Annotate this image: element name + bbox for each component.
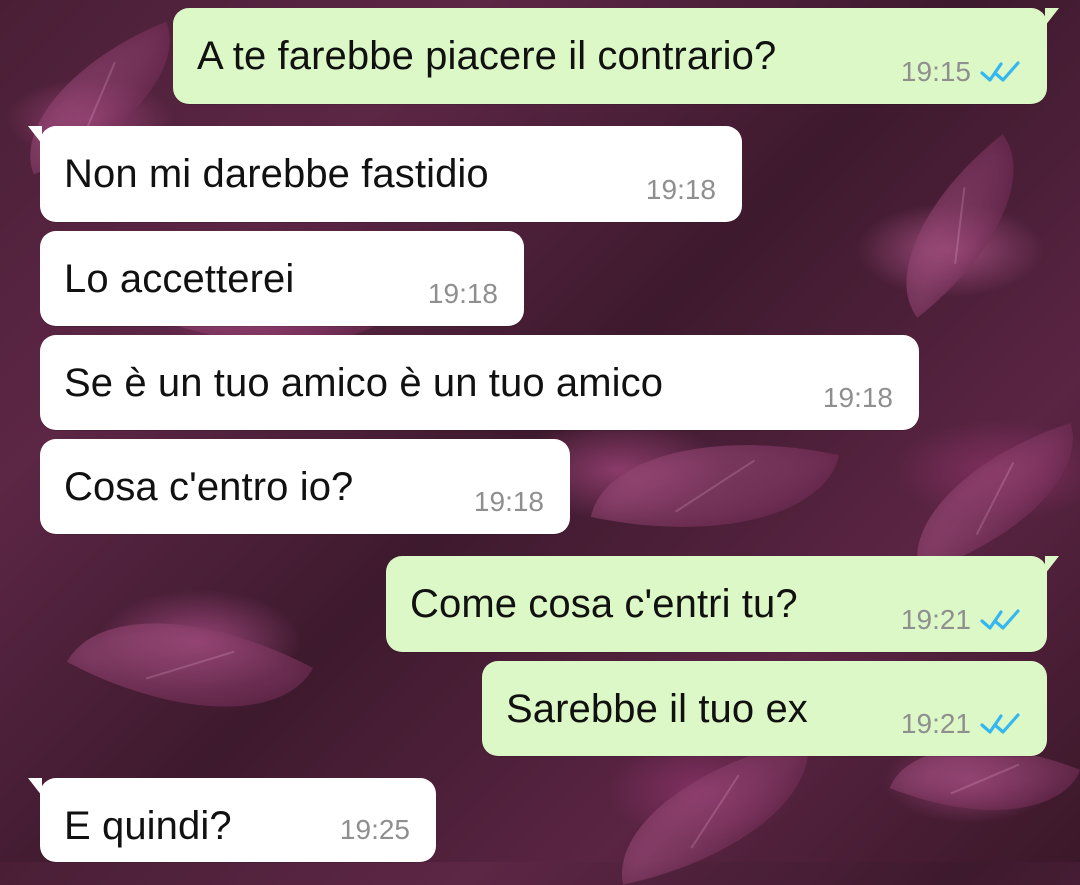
message-time: 19:18 [473, 486, 544, 517]
message-bubble-incoming[interactable]: Non mi darebbe fastidio 19:18 [28, 126, 742, 222]
message-time: 19:15 [900, 56, 971, 87]
message-meta: 19:18 [428, 280, 498, 308]
bubble-tail [28, 778, 42, 796]
double-check-icon [980, 713, 1020, 734]
chat-thread: A te farebbe piacere il contrario? 19:15… [0, 0, 1080, 862]
message-meta: 19:15 [901, 58, 1021, 86]
message-text: Come cosa c'entri tu? [410, 582, 798, 626]
message-bubble-incoming[interactable]: Cosa c'entro io? 19:18 [40, 439, 570, 534]
message-bubble-outgoing[interactable]: Come cosa c'entri tu? 19:21 [386, 556, 1059, 652]
bubble-tail [28, 126, 42, 144]
message-text: Cosa c'entro io? [64, 465, 354, 509]
message-text: Sarebbe il tuo ex [506, 687, 808, 731]
message-text: Non mi darebbe fastidio [64, 152, 489, 196]
message-bubble-outgoing[interactable]: Sarebbe il tuo ex 19:21 [482, 661, 1047, 756]
message-meta: 19:25 [340, 816, 410, 844]
message-time: 19:25 [339, 814, 410, 845]
message-time: 19:18 [645, 174, 716, 205]
message-meta: 19:18 [823, 384, 893, 412]
message-text: A te farebbe piacere il contrario? [197, 34, 777, 78]
message-time: 19:21 [900, 708, 971, 739]
message-text: E quindi? [64, 804, 232, 848]
message-meta: 19:21 [901, 606, 1021, 634]
message-bubble-incoming[interactable]: Lo accetterei 19:18 [40, 231, 524, 326]
message-text: Lo accetterei [64, 257, 295, 301]
double-check-icon [980, 61, 1020, 82]
message-meta: 19:18 [646, 176, 716, 204]
message-meta: 19:18 [474, 488, 544, 516]
message-bubble-incoming[interactable]: Se è un tuo amico è un tuo amico 19:18 [40, 335, 919, 430]
message-text: Se è un tuo amico è un tuo amico [64, 361, 664, 405]
bubble-tail [1045, 8, 1059, 26]
double-check-icon [980, 609, 1020, 630]
message-time: 19:21 [900, 604, 971, 635]
message-bubble-incoming[interactable]: E quindi? 19:25 [28, 778, 436, 862]
bubble-tail [1045, 556, 1059, 574]
message-time: 19:18 [822, 382, 893, 413]
message-bubble-outgoing[interactable]: A te farebbe piacere il contrario? 19:15 [173, 8, 1059, 104]
message-meta: 19:21 [901, 710, 1021, 738]
message-time: 19:18 [427, 278, 498, 309]
